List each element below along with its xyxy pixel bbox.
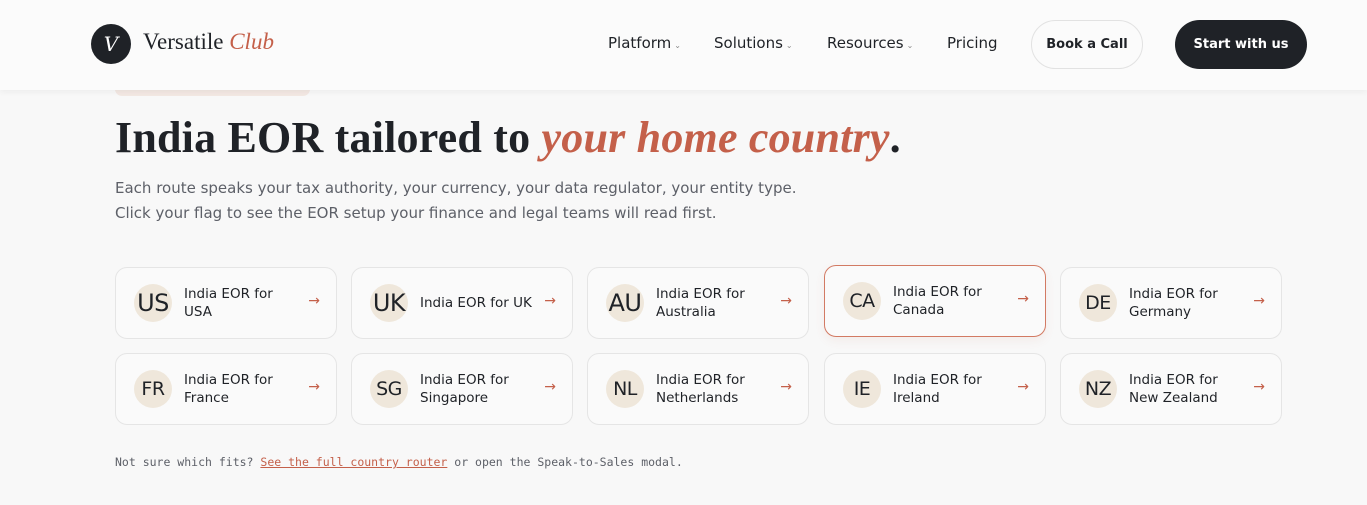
flag-sg-icon: SG — [370, 370, 408, 408]
country-card-label: India EOR for Ireland — [893, 372, 982, 406]
footer-note-prefix: Not sure which fits? — [115, 455, 261, 469]
site-header: V Versatile Club Platform ⌄ Solutions ⌄ … — [0, 0, 1367, 90]
country-router-link[interactable]: See the full country router — [260, 455, 447, 469]
flag-nl-icon: NL — [606, 370, 644, 408]
flag-ca-icon: CA — [843, 282, 881, 320]
arrow-right-icon: → — [780, 293, 792, 309]
footer-note-suffix: or open the Speak-to-Sales modal. — [447, 455, 683, 469]
arrow-right-icon: → — [1253, 379, 1265, 395]
nav-item-platform[interactable]: Platform ⌄ — [608, 34, 681, 52]
chevron-down-icon: ⌄ — [674, 41, 681, 50]
subtitle-line-2: Click your flag to see the EOR setup you… — [115, 204, 717, 222]
nav-label: Solutions — [714, 34, 783, 52]
country-card-sg[interactable]: SG India EOR for Singapore → — [351, 353, 573, 425]
flag-us-icon: US — [134, 284, 172, 322]
flag-nz-icon: NZ — [1079, 370, 1117, 408]
country-card-de[interactable]: DE India EOR for Germany → — [1060, 267, 1282, 339]
footer-note: Not sure which fits? See the full countr… — [115, 455, 683, 469]
nav-item-solutions[interactable]: Solutions ⌄ — [714, 34, 793, 52]
title-start: India EOR tailored to — [115, 113, 542, 162]
country-card-uk[interactable]: UK India EOR for UK → — [351, 267, 573, 339]
flag-au-icon: AU — [606, 284, 644, 322]
country-card-au[interactable]: AU India EOR for Australia → — [587, 267, 809, 339]
arrow-right-icon: → — [780, 379, 792, 395]
arrow-right-icon: → — [544, 379, 556, 395]
nav-label: Resources — [827, 34, 904, 52]
title-accent: your home country — [541, 113, 890, 162]
flag-fr-icon: FR — [134, 370, 172, 408]
arrow-right-icon: → — [308, 379, 320, 395]
title-end: . — [889, 113, 901, 162]
country-card-label: India EOR for New Zealand — [1129, 372, 1218, 406]
arrow-right-icon: → — [544, 293, 556, 309]
nav-label: Pricing — [947, 34, 998, 52]
flag-uk-icon: UK — [370, 284, 408, 322]
logo-name-accent: Club — [229, 29, 274, 54]
flag-ie-icon: IE — [843, 370, 881, 408]
subtitle-line-1: Each route speaks your tax authority, yo… — [115, 179, 797, 197]
arrow-right-icon: → — [308, 293, 320, 309]
country-card-label: India EOR for Netherlands — [656, 372, 745, 406]
country-card-nl[interactable]: NL India EOR for Netherlands → — [587, 353, 809, 425]
nav-item-pricing[interactable]: Pricing — [947, 34, 998, 52]
start-with-us-button[interactable]: Start with us — [1175, 20, 1307, 69]
book-call-button[interactable]: Book a Call — [1031, 20, 1143, 69]
arrow-right-icon: → — [1253, 293, 1265, 309]
nav-item-resources[interactable]: Resources ⌄ — [827, 34, 913, 52]
country-card-ca[interactable]: CA India EOR for Canada → — [824, 265, 1046, 337]
country-card-us[interactable]: US India EOR for USA → — [115, 267, 337, 339]
chevron-down-icon: ⌄ — [906, 41, 914, 50]
country-card-label: India EOR for Australia — [656, 286, 745, 320]
arrow-right-icon: → — [1017, 291, 1029, 307]
nav-label: Platform — [608, 34, 672, 52]
country-card-label: India EOR for USA — [184, 286, 273, 320]
country-card-nz[interactable]: NZ India EOR for New Zealand → — [1060, 353, 1282, 425]
country-card-label: India EOR for France — [184, 372, 273, 406]
country-card-ie[interactable]: IE India EOR for Ireland → — [824, 353, 1046, 425]
logo-wordmark[interactable]: Versatile Club — [143, 29, 274, 55]
country-card-label: India EOR for UK — [420, 295, 532, 311]
chevron-down-icon: ⌄ — [785, 41, 793, 50]
logo-badge[interactable]: V — [91, 24, 131, 64]
arrow-right-icon: → — [1017, 379, 1029, 395]
flag-de-icon: DE — [1079, 284, 1117, 322]
page-title: India EOR tailored to your home country. — [115, 112, 901, 163]
logo-name-primary: Versatile — [143, 29, 224, 54]
country-card-label: India EOR for Canada — [893, 284, 982, 318]
country-card-label: India EOR for Germany — [1129, 286, 1218, 320]
country-card-fr[interactable]: FR India EOR for France → — [115, 353, 337, 425]
country-card-label: India EOR for Singapore — [420, 372, 509, 406]
